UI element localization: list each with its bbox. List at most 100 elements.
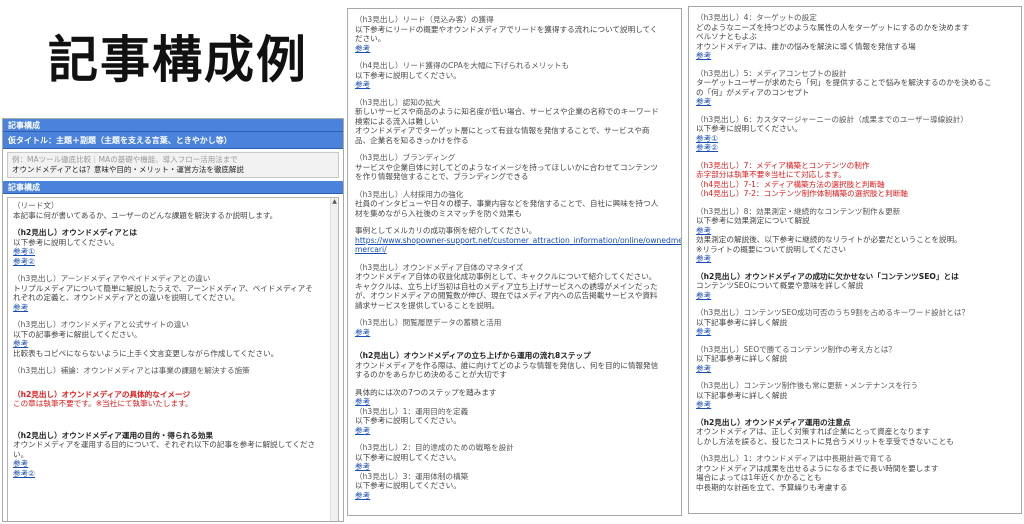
text-line: オウンドメディア自体の収益化成功事例として、キャククルについて紹介してください。 xyxy=(355,272,657,281)
text-line: サービスや企業自体に対してどのようなイメージを持ってほしいかに合わせてコンテンツ xyxy=(355,162,658,172)
reference-link[interactable]: 参考① xyxy=(13,247,326,257)
text-line: （h4見出し）7-1：メディア構築方法の選択肢と判断軸 xyxy=(696,179,885,189)
title-input-placeholder: 例：MAツール徹底比較｜MAの基礎や機能、導入フロー活用法まで xyxy=(12,155,238,164)
text-line: ※リライトの概要について説明してください xyxy=(696,244,846,254)
reference-link[interactable]: mercari/ xyxy=(355,245,675,255)
text-line: トリプルメディアについて簡単に解説したうえで、アーンドメディア、ペイドメディアそ xyxy=(13,283,313,293)
reference-link[interactable]: 参考 xyxy=(696,51,1015,61)
heading-line: （h3見出し）8：効果測定・継続的なコンテンツ制作＆更新 xyxy=(696,206,901,216)
text-line: 以下参考に効果測定について解説 xyxy=(696,216,810,225)
heading-line: （h3見出し）閲覧履歴データの蓄積と活用 xyxy=(355,318,502,327)
reference-link[interactable]: 参考② xyxy=(13,257,326,267)
heading-line: （h4見出し）リード獲得のCPAを大幅に下げられるメリットも xyxy=(355,61,570,70)
text-line: 品、企業名を知るきっかけを作る xyxy=(355,135,469,145)
title-label-bar: 仮タイトル：主題＋副題（主題を支える言葉、ときやかし等） xyxy=(3,132,343,149)
title-input-value: オウンドメディアとは？意味や目的・メリット・運営方法を徹底解説 xyxy=(12,165,244,174)
text-line: 事例としてメルカリの成功事例を紹介してください。 xyxy=(355,226,537,235)
reference-link[interactable]: 参考 xyxy=(13,459,326,469)
reference-link[interactable]: 参考 xyxy=(355,80,675,90)
reference-link[interactable]: 参考 xyxy=(696,400,1015,410)
reference-link[interactable]: 参考 xyxy=(355,491,675,501)
text-line: オウンドメディアは成果を出せるようになるまでに長い時間を要します xyxy=(696,463,939,473)
heading-line: （h3見出し）アーンドメディアやペイドメディアとの違い xyxy=(13,274,211,283)
h2-heading-line: （h2見出し）オウンドメディアの成功に欠かせない「コンテンツSEO」とは xyxy=(696,271,959,281)
title-input-field[interactable]: 例：MAツール徹底比較｜MAの基礎や機能、導入フロー活用法まで オウンドメディア… xyxy=(7,152,339,178)
text-line: 以下の記事参考に解説してください。 xyxy=(13,329,142,339)
heading-line: （h3見出し）オウンドメディア自体のマネタイズ xyxy=(355,262,524,272)
text-line: 以下参考に説明してください。 xyxy=(355,481,461,490)
heading-line: （h3見出し）1：オウンドメディアは中長期計画で育てる xyxy=(696,454,893,463)
structure-textarea[interactable]: ▲ （リード文） 本記事に何が書いてあるか、ユーザーのどんな課題を解決するか説明し… xyxy=(7,197,339,521)
reference-link[interactable]: 参考 xyxy=(355,328,675,338)
text-line: 以下参考に説明してください。 xyxy=(13,237,119,247)
reference-link[interactable]: 参考 xyxy=(696,327,1015,337)
reference-link[interactable]: 参考 xyxy=(696,291,1015,301)
text-line: 以下参考に説明してください。 xyxy=(696,124,802,133)
text-line: オウンドメディアを作る際は、誰に向けてどのような情報を発信し、何を目的に情報発信 xyxy=(355,360,659,370)
text-line: 中長期的な計画を立て、予算繰りも考慮する xyxy=(696,482,848,492)
reference-link[interactable]: 参考 xyxy=(355,44,675,54)
heading-line: （h3見出し）3：運用体制の構築 xyxy=(355,471,469,481)
section-bar-structure: 記事構成 xyxy=(3,119,343,132)
structure-continuation-middle: （h3見出し）リード（見込み客）の獲得 以下参考にリードの概要やオウンドメディアで… xyxy=(347,8,682,516)
text-line: が、オウンドメディアの閲覧数が伸び、現在ではメディア内への広告掲載サービスや資料 xyxy=(355,291,658,300)
text-line: 請求サービスを提供していることを説明。 xyxy=(355,300,500,310)
reference-link[interactable]: 参考 xyxy=(355,397,675,407)
heading-line: （h3見出し）5：メディアコンセプトの設計 xyxy=(696,68,847,78)
text-line: 赤字部分は執筆不要※当社にて対応します。 xyxy=(696,170,846,179)
reference-link[interactable]: 参考② xyxy=(696,143,1015,153)
reference-link[interactable]: 参考 xyxy=(13,303,326,313)
heading-line: （h3見出し）人材採用力の強化 xyxy=(355,189,464,199)
reference-link[interactable]: https://www.shopowner-support.net/custom… xyxy=(355,236,681,246)
right-lines: （h3見出し）4：ターゲットの設定 どのようなニーズを持つどのような属性の人をター… xyxy=(689,7,1021,494)
reference-link[interactable]: 参考 xyxy=(696,97,1015,107)
h2-heading-line: （h2見出し）オウンドメディア運用の注意点 xyxy=(696,417,851,427)
text-line: 以下参考にリードの概要やオウンドメディアでリードを獲得する流れについて説明してく xyxy=(355,24,658,34)
textarea-scrollbar[interactable]: ▲ xyxy=(330,198,338,521)
reference-link[interactable]: 参考 xyxy=(355,426,675,436)
scroll-up-icon[interactable]: ▲ xyxy=(331,198,338,206)
reference-link[interactable]: 参考 xyxy=(696,226,1015,236)
text-line: 以下参考に説明してください。 xyxy=(355,416,461,425)
reference-link[interactable]: 参考① xyxy=(696,134,1015,144)
text-line: ペルソナともよぶ xyxy=(696,32,757,41)
reference-link[interactable]: 参考② xyxy=(13,469,326,479)
text-line: しかし方法を誤ると、投じたコストに見合うメリットを享受できないことも xyxy=(696,436,954,446)
text-line: 検索による流入は難しい xyxy=(355,116,439,126)
text-line: オウンドメディアは、正しく対策すれば企業にとって資産となります xyxy=(696,427,931,436)
heading-line: （h3見出し）コンテンツ制作後も常に更新・メンテナンスを行う xyxy=(696,381,919,390)
reference-link[interactable]: 参考 xyxy=(355,462,675,472)
text-line: （h3見出し）7：メディア構築とコンテンツの制作 xyxy=(696,160,870,170)
heading-line: （h3見出し）ブランディング xyxy=(355,153,456,162)
h2-heading-line: （h2見出し）オウンドメディア運用の目的・得られる効果 xyxy=(13,430,213,440)
heading-line: （h3見出し）補論：オウンドメディアとは事業の課題を解決する施策 xyxy=(13,366,250,375)
heading-line: （h3見出し）オウンドメディアと公式サイトの違い xyxy=(13,320,190,329)
structure-continuation-right: （h3見出し）4：ターゲットの設定 どのようなニーズを持つどのような属性の人をター… xyxy=(688,6,1022,514)
reference-link[interactable]: 参考 xyxy=(696,254,1015,264)
heading-line: （リード文） xyxy=(13,201,59,210)
h2-heading-line: （h2見出し）オウンドメディアの具体的なイメージ xyxy=(13,389,191,399)
text-line: 以下参考に説明してください。 xyxy=(355,70,461,80)
text-line: この章は執筆不要です。※当社にて執筆いたします。 xyxy=(13,399,193,408)
reference-link[interactable]: 参考 xyxy=(13,339,326,349)
section-bar-structure-2: 記事構成 xyxy=(3,181,343,194)
heading-line: （h3見出し）6：カスタマージャーニーの設計（成果までのユーザー導線設計） xyxy=(696,114,968,124)
reference-link[interactable]: 参考 xyxy=(696,364,1015,374)
text-line: 場合によっては1年近くかかることも xyxy=(696,473,822,482)
